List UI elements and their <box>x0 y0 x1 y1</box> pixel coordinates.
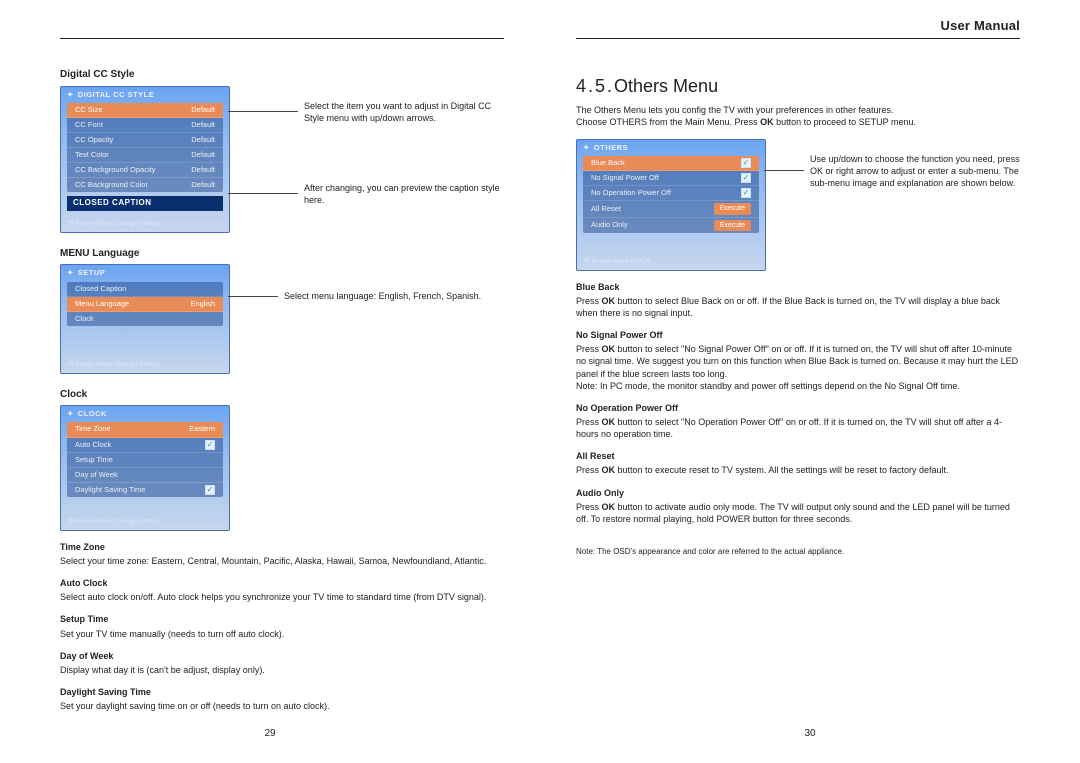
return-icon <box>67 361 74 368</box>
osd-row: No Signal Power Off✓ <box>583 171 759 186</box>
osd-row: Time ZoneEastern <box>67 422 223 437</box>
osd-row: Menu LanguageEnglish <box>67 297 223 312</box>
sub-desc: Press OK button to select "No Operation … <box>576 416 1020 440</box>
menu-lang-osd: ✦SETUP Closed CaptionMenu LanguageEnglis… <box>60 264 230 373</box>
return-icon <box>67 518 74 525</box>
osd-row: CC OpacityDefault <box>67 133 223 148</box>
menu-lang-heading: MENU Language <box>60 247 504 261</box>
sub-desc: Press OK button to execute reset to TV s… <box>576 464 1020 476</box>
chapter-heading: 4.5.Others Menu <box>576 74 1020 98</box>
sub-heading: Audio Only <box>576 487 1020 499</box>
others-note: Use up/down to choose the function you n… <box>810 153 1020 189</box>
osd-title: ✦DIGITAL CC STYLE <box>61 87 229 103</box>
manual-title: User Manual <box>940 18 1020 33</box>
page-left: Digital CC Style ✦DIGITAL CC STYLE CC Si… <box>0 0 540 763</box>
osd-row: Text ColorDefault <box>67 148 223 163</box>
osd-row: Audio OnlyExecute <box>583 218 759 233</box>
sub-heading: No Operation Power Off <box>576 402 1020 414</box>
digital-cc-heading: Digital CC Style <box>60 68 504 82</box>
sub-desc: Set your TV time manually (needs to turn… <box>60 628 504 640</box>
clock-osd: ✦CLOCK Time ZoneEasternAuto Clock✓Setup … <box>60 405 230 531</box>
osd-row: Daylight Saving Time✓ <box>67 483 223 497</box>
sub-desc: Note: In PC mode, the monitor standby an… <box>576 380 1020 392</box>
ml-note: Select menu language: English, French, S… <box>284 290 504 302</box>
page-number-left: 29 <box>0 728 540 739</box>
sub-heading: Blue Back <box>576 281 1020 293</box>
sub-heading: Setup Time <box>60 613 504 625</box>
dcc-note2: After changing, you can preview the capt… <box>304 182 504 206</box>
osd-row: Auto Clock✓ <box>67 438 223 453</box>
osd-footnote: Note: The OSD's appearance and color are… <box>576 547 1020 558</box>
osd-row: CC Background OpacityDefault <box>67 163 223 178</box>
osd-row: Setup Time <box>67 453 223 468</box>
page-right: User Manual 4.5.Others Menu The Others M… <box>540 0 1080 763</box>
sub-desc: Press OK button to activate audio only m… <box>576 501 1020 525</box>
return-icon <box>583 258 590 265</box>
osd-row: CC FontDefault <box>67 118 223 133</box>
return-icon <box>67 220 74 227</box>
osd-row: All ResetExecute <box>583 201 759 217</box>
clock-heading: Clock <box>60 388 504 402</box>
closed-caption-bar: CLOSED CAPTION <box>67 196 223 211</box>
osd-row: Clock <box>67 312 223 326</box>
sub-desc: Display what day it is (can't be adjust,… <box>60 664 504 676</box>
sub-heading: No Signal Power Off <box>576 329 1020 341</box>
sub-desc: Press OK button to select Blue Back on o… <box>576 295 1020 319</box>
sub-heading: Day of Week <box>60 650 504 662</box>
digital-cc-osd: ✦DIGITAL CC STYLE CC SizeDefaultCC FontD… <box>60 86 230 233</box>
others-osd: ✦OTHERS Blue Back✓No Signal Power Off✓No… <box>576 139 766 271</box>
sub-desc: Set your daylight saving time on or off … <box>60 700 504 712</box>
sub-heading: Daylight Saving Time <box>60 686 504 698</box>
osd-row: Day of Week <box>67 468 223 483</box>
sub-heading: Auto Clock <box>60 577 504 589</box>
sub-desc: Select auto clock on/off. Auto clock hel… <box>60 591 504 603</box>
osd-row: No Operation Power Off✓ <box>583 186 759 201</box>
osd-row: Closed Caption <box>67 282 223 297</box>
dcc-note1: Select the item you want to adjust in Di… <box>304 100 504 124</box>
top-rule <box>60 38 504 39</box>
sub-desc: Select your time zone: Eastern, Central,… <box>60 555 504 567</box>
top-rule <box>576 38 1020 39</box>
sub-heading: All Reset <box>576 450 1020 462</box>
osd-row: Blue Back✓ <box>583 156 759 171</box>
osd-row: CC SizeDefault <box>67 103 223 118</box>
osd-row: CC Background ColorDefault <box>67 178 223 192</box>
right-content: 4.5.Others Menu The Others Menu lets you… <box>576 60 1020 733</box>
intro-line2: Choose OTHERS from the Main Menu. Press … <box>576 116 1020 128</box>
intro-line1: The Others Menu lets you config the TV w… <box>576 104 1020 116</box>
left-content: Digital CC Style ✦DIGITAL CC STYLE CC Si… <box>60 60 504 733</box>
page-number-right: 30 <box>540 728 1080 739</box>
sub-heading: Time Zone <box>60 541 504 553</box>
osd-foot: Return Move Change Setting <box>61 215 229 232</box>
sub-desc: Press OK button to select "No Signal Pow… <box>576 343 1020 379</box>
